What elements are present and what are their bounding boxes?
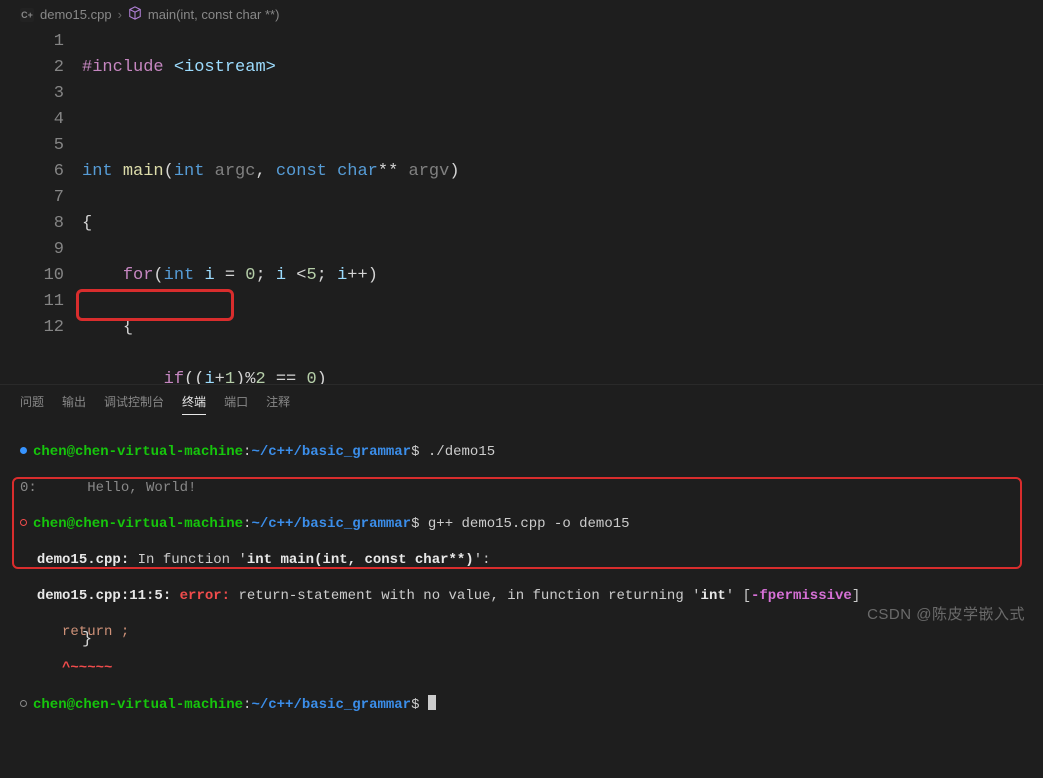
breadcrumb-symbol[interactable]: main(int, const char **) (148, 7, 280, 22)
error-dot-icon (20, 519, 27, 526)
status-dot-icon (20, 447, 27, 454)
error-highlight-box (76, 289, 234, 321)
bottom-panel: 问题 输出 调试控制台 终端 端口 注释 chen@chen-virtual-m… (0, 384, 1043, 630)
panel-tabs: 问题 输出 调试控制台 终端 端口 注释 (0, 385, 1043, 421)
chevron-right-icon: › (118, 7, 122, 22)
breadcrumb-file[interactable]: demo15.cpp (40, 7, 112, 22)
terminal-cursor (428, 695, 436, 710)
tab-ports[interactable]: 端口 (224, 393, 248, 415)
tab-comments[interactable]: 注释 (266, 393, 290, 415)
tab-output[interactable]: 输出 (62, 393, 86, 415)
tab-terminal[interactable]: 终端 (182, 393, 206, 415)
tab-debug-console[interactable]: 调试控制台 (104, 393, 164, 415)
breadcrumb: C+ demo15.cpp › main(int, const char **) (0, 0, 1043, 27)
cpp-file-icon: C+ (20, 8, 34, 22)
tab-problems[interactable]: 问题 (20, 393, 44, 415)
watermark: CSDN @陈皮学嵌入式 (867, 603, 1025, 624)
prompt-dot-icon (20, 700, 27, 707)
terminal[interactable]: chen@chen-virtual-machine:~/c++/basic_gr… (0, 421, 1043, 778)
terminal-output: 0: Hello, World! (20, 480, 196, 496)
symbol-method-icon (128, 6, 142, 23)
